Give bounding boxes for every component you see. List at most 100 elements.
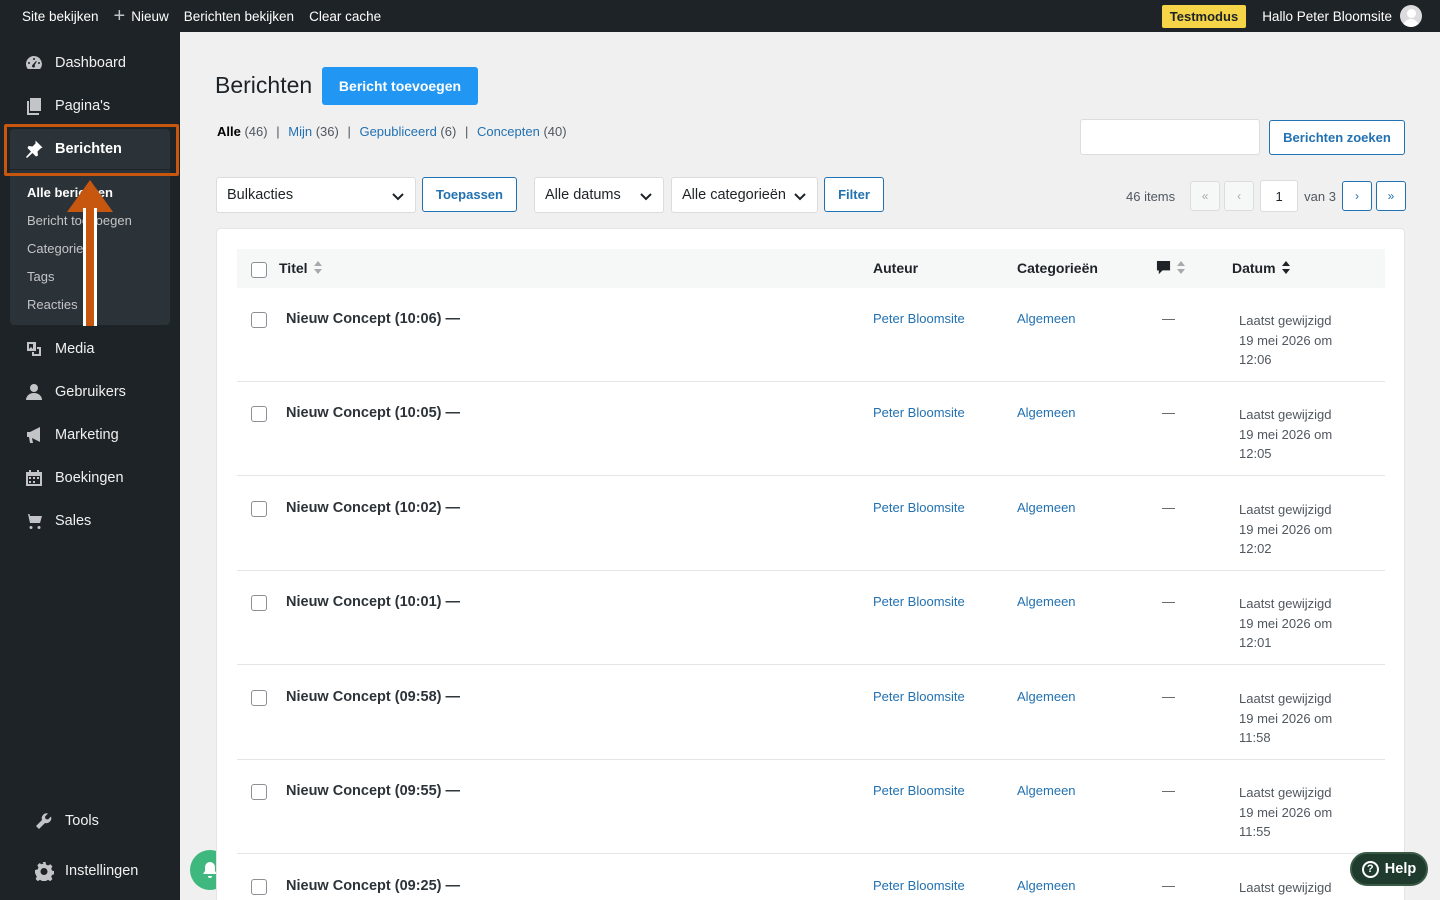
column-author: Auteur [873, 260, 919, 276]
filter-button[interactable]: Filter [824, 177, 884, 212]
filter-all[interactable]: Alle [217, 124, 241, 139]
last-page-button[interactable]: » [1375, 181, 1406, 211]
author-link[interactable]: Peter Bloomsite [873, 689, 965, 704]
sidebar-item-dashboard[interactable]: Dashboard [0, 43, 180, 83]
post-date: Laatst gewijzigd [1239, 878, 1332, 898]
sidebar-label: Tools [65, 813, 99, 829]
chevron-down-icon [793, 189, 807, 203]
author-link[interactable]: Peter Bloomsite [873, 405, 965, 420]
time-value: 12:02 [1239, 541, 1272, 556]
sidebar-item-posts[interactable]: Berichten [10, 129, 170, 169]
sidebar-item-sales[interactable]: Sales [0, 501, 180, 541]
clear-cache-link[interactable]: Clear cache [309, 0, 381, 32]
row-checkbox[interactable] [251, 406, 267, 422]
post-title-link[interactable]: Nieuw Concept (09:58) — [286, 689, 460, 705]
date-value: 19 mei 2026 om [1239, 426, 1333, 442]
author-link[interactable]: Peter Bloomsite [873, 878, 965, 893]
sidebar-item-users[interactable]: Gebruikers [0, 372, 180, 412]
page-title: Berichten [215, 72, 313, 98]
post-title-link[interactable]: Nieuw Concept (09:25) — [286, 878, 460, 894]
plus-icon: + [113, 5, 126, 27]
view-site-link[interactable]: Site bekijken [22, 0, 99, 32]
cart-icon [24, 511, 44, 531]
account-menu[interactable]: Hallo Peter Bloomsite [1262, 0, 1422, 32]
post-title-link[interactable]: Nieuw Concept (10:01) — [286, 594, 460, 610]
filter-mine-count: (36) [315, 124, 339, 139]
sidebar-item-tools[interactable]: Tools [0, 801, 180, 841]
total-pages: van 3 [1304, 188, 1336, 204]
dates-select[interactable]: Alle datums [534, 177, 664, 213]
author-link[interactable]: Peter Bloomsite [873, 500, 965, 515]
apply-button[interactable]: Toepassen [422, 177, 517, 212]
column-date-label: Datum [1232, 260, 1276, 276]
help-button[interactable]: ? Help [1350, 852, 1428, 886]
category-link[interactable]: Algemeen [1017, 689, 1076, 704]
row-checkbox[interactable] [251, 784, 267, 800]
sidebar-label: Sales [55, 513, 92, 529]
add-post-button[interactable]: Bericht toevoegen [322, 67, 478, 105]
first-page-button: « [1190, 181, 1221, 211]
table-row: Nieuw Concept (10:06) — Peter Bloomsite … [237, 288, 1385, 382]
post-title-link[interactable]: Nieuw Concept (10:05) — [286, 405, 460, 421]
filter-published[interactable]: Gepubliceerd [359, 124, 436, 139]
calendar-icon [24, 468, 44, 488]
pagination: 46 items « ‹ 1 van 3 › » [1126, 180, 1410, 212]
sidebar-item-settings[interactable]: Instellingen [0, 851, 180, 891]
categories-select[interactable]: Alle categorieën [671, 177, 818, 213]
next-page-button[interactable]: › [1341, 181, 1372, 211]
post-date: Laatst gewijzigd 19 mei 2026 om 11:55 [1239, 783, 1332, 842]
category-link[interactable]: Algemeen [1017, 878, 1076, 893]
category-link[interactable]: Algemeen [1017, 405, 1076, 420]
author-link[interactable]: Peter Bloomsite [873, 594, 965, 609]
sidebar-item-bookings[interactable]: Boekingen [0, 458, 180, 498]
question-icon: ? [1361, 860, 1379, 878]
row-checkbox[interactable] [251, 595, 267, 611]
column-comments[interactable] [1156, 260, 1185, 275]
row-checkbox[interactable] [251, 312, 267, 328]
admin-sidebar: Dashboard Pagina's Berichten Alle berich… [0, 32, 180, 900]
post-date: Laatst gewijzigd 19 mei 2026 om 12:05 [1239, 405, 1332, 464]
posts-table: Titel Auteur Categorieën Datum Nieuw Con… [216, 228, 1405, 900]
sidebar-item-marketing[interactable]: Marketing [0, 415, 180, 455]
test-mode-badge[interactable]: Testmodus [1161, 4, 1247, 28]
date-status: Laatst gewijzigd [1239, 407, 1332, 422]
author-link[interactable]: Peter Bloomsite [873, 783, 965, 798]
date-value: 19 mei 2026 om [1239, 804, 1333, 820]
post-title-link[interactable]: Nieuw Concept (10:02) — [286, 500, 460, 516]
post-date: Laatst gewijzigd 19 mei 2026 om 12:01 [1239, 594, 1332, 653]
column-date[interactable]: Datum [1232, 260, 1290, 276]
filter-drafts[interactable]: Concepten [477, 124, 540, 139]
time-value: 12:05 [1239, 446, 1272, 461]
time-value: 11:58 [1239, 730, 1271, 745]
select-all-checkbox[interactable] [251, 262, 267, 278]
view-posts-link[interactable]: Berichten bekijken [184, 0, 294, 32]
bulk-actions-select[interactable]: Bulkacties [216, 177, 416, 213]
post-title-link[interactable]: Nieuw Concept (09:55) — [286, 783, 460, 799]
sidebar-item-pages[interactable]: Pagina's [0, 86, 180, 126]
separator: | [464, 124, 469, 139]
status-filters: Alle (46) | Mijn (36) | Gepubliceerd (6)… [217, 124, 567, 139]
comment-count: — [1162, 405, 1175, 420]
filter-published-count: (6) [440, 124, 457, 139]
column-categories: Categorieën [1017, 260, 1098, 276]
column-title[interactable]: Titel [279, 260, 322, 276]
search-posts-button[interactable]: Berichten zoeken [1269, 120, 1405, 155]
category-link[interactable]: Algemeen [1017, 311, 1076, 326]
current-page-input[interactable]: 1 [1260, 180, 1299, 212]
category-link[interactable]: Algemeen [1017, 783, 1076, 798]
post-date: Laatst gewijzigd 19 mei 2026 om 11:58 [1239, 689, 1332, 748]
date-status: Laatst gewijzigd [1239, 313, 1332, 328]
search-input[interactable] [1080, 119, 1260, 155]
row-checkbox[interactable] [251, 879, 267, 895]
post-date: Laatst gewijzigd 19 mei 2026 om 12:06 [1239, 311, 1332, 370]
author-link[interactable]: Peter Bloomsite [873, 311, 965, 326]
post-title-link[interactable]: Nieuw Concept (10:06) — [286, 311, 460, 327]
row-checkbox[interactable] [251, 501, 267, 517]
category-link[interactable]: Algemeen [1017, 594, 1076, 609]
category-link[interactable]: Algemeen [1017, 500, 1076, 515]
row-checkbox[interactable] [251, 690, 267, 706]
new-menu[interactable]: + Nieuw [114, 0, 169, 32]
comment-count: — [1162, 500, 1175, 515]
filter-mine[interactable]: Mijn [288, 124, 312, 139]
sidebar-item-media[interactable]: Media [0, 329, 180, 369]
